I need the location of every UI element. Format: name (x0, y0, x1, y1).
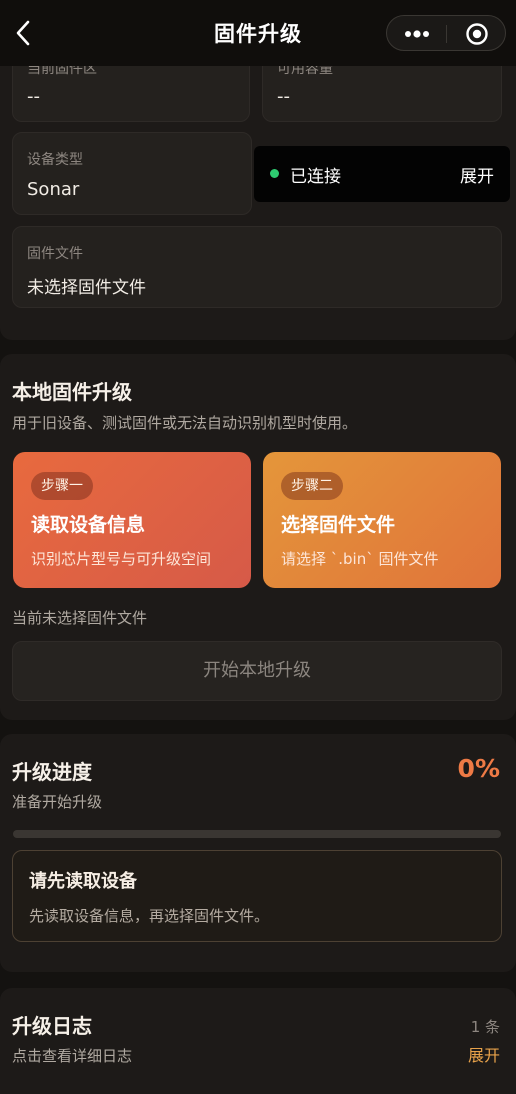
local-upgrade-subtitle: 用于旧设备、测试固件或无法自动识别机型时使用。 (12, 414, 358, 432)
step-one-desc: 识别芯片型号与可升级空间 (31, 550, 212, 568)
more-dots-icon (405, 30, 429, 38)
device-type-card: 设备类型 Sonar (12, 132, 252, 215)
device-type-value: Sonar (27, 179, 80, 200)
mini-program-capsule (386, 15, 506, 51)
device-type-label: 设备类型 (27, 152, 83, 168)
current-firmware-value: -- (27, 86, 40, 107)
firmware-file-label: 固件文件 (27, 246, 83, 262)
step-two-desc: 请选择 `.bin` 固件文件 (281, 550, 439, 568)
close-button[interactable] (465, 22, 489, 46)
log-subtitle: 点击查看详细日志 (12, 1047, 133, 1065)
step-two-tag: 步骤二 (281, 472, 343, 500)
read-device-notice: 请先读取设备 先读取设备信息，再选择固件文件。 (12, 850, 502, 942)
notice-title: 请先读取设备 (29, 871, 137, 892)
record-circle-icon (466, 23, 488, 45)
log-section[interactable] (0, 988, 516, 1094)
connection-status-dot (270, 169, 279, 178)
file-status-text: 当前未选择固件文件 (12, 609, 148, 627)
notice-desc: 先读取设备信息，再选择固件文件。 (29, 907, 270, 925)
capsule-divider (446, 25, 447, 43)
firmware-file-card[interactable]: 固件文件 未选择固件文件 (12, 226, 502, 308)
progress-title: 升级进度 (12, 760, 92, 784)
nav-bar: 固件升级 (0, 0, 516, 66)
local-upgrade-title: 本地固件升级 (12, 380, 132, 404)
more-button[interactable] (401, 25, 433, 43)
log-expand-button[interactable]: 展开 (468, 1042, 500, 1066)
step-one-title: 读取设备信息 (31, 514, 146, 536)
step-read-device-button[interactable]: 步骤一 读取设备信息 识别芯片型号与可升级空间 (13, 452, 251, 588)
available-capacity-value: -- (277, 86, 290, 107)
step-select-file-button[interactable]: 步骤二 选择固件文件 请选择 `.bin` 固件文件 (263, 452, 501, 588)
connection-status-bar[interactable]: 已连接 展开 (254, 146, 510, 202)
progress-subtitle: 准备开始升级 (12, 793, 103, 811)
firmware-file-value: 未选择固件文件 (27, 278, 146, 298)
log-title: 升级日志 (12, 1014, 92, 1038)
progress-percent: 0% (457, 754, 500, 783)
connection-status-text: 已连接 (290, 167, 341, 187)
start-local-upgrade-button[interactable]: 开始本地升级 (12, 641, 502, 701)
progress-bar (13, 830, 501, 838)
connection-expand-button[interactable]: 展开 (460, 162, 494, 187)
log-count: 1 条 (470, 1018, 500, 1036)
step-one-tag: 步骤一 (31, 472, 93, 500)
step-two-title: 选择固件文件 (281, 514, 396, 536)
